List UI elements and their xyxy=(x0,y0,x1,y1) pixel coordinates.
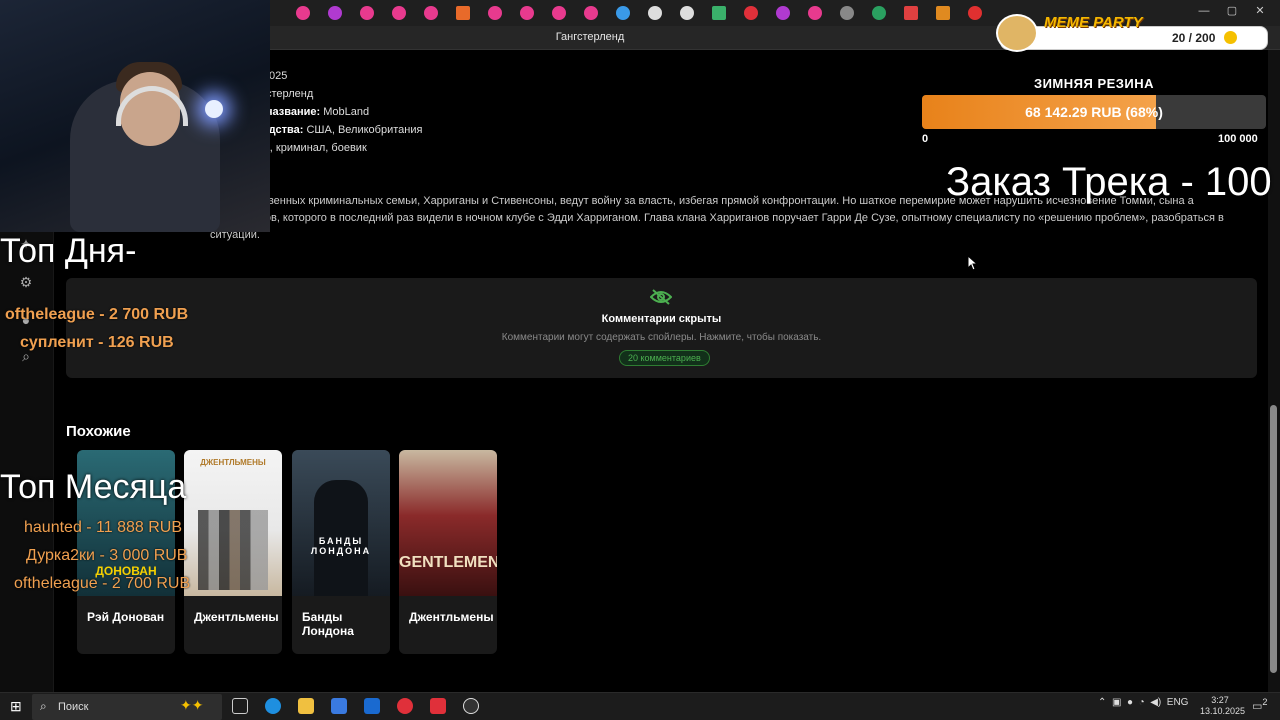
coin-icon xyxy=(1224,31,1237,44)
tab-favicon[interactable] xyxy=(936,6,950,20)
tab-favicon[interactable] xyxy=(392,6,406,20)
track-order-text: Заказ Трека - 100 xyxy=(946,160,1272,204)
eye-off-icon xyxy=(650,289,672,305)
goal-progress-bar: 68 142.29 RUB (68%) xyxy=(922,95,1266,129)
webcam-light xyxy=(205,100,223,118)
top-month-entry: Дурка2ки - 3 000 RUB xyxy=(26,547,188,564)
tab-favicon[interactable] xyxy=(328,6,342,20)
tab-favicon[interactable] xyxy=(296,6,310,20)
taskbar-search[interactable]: ⌕ Поиск ✦✦ xyxy=(32,694,222,720)
top-month-title: Топ Месяца xyxy=(0,468,187,506)
tab-favicon[interactable] xyxy=(840,6,854,20)
window-controls: — ▢ ✕ xyxy=(1190,4,1274,17)
clock-date: 13.10.2025 xyxy=(1200,706,1246,716)
minimize-button[interactable]: — xyxy=(1190,5,1218,17)
similar-card[interactable]: ДЖЕНТЛЬМЕНЫ Джентльмены xyxy=(184,450,282,654)
tab-favicon[interactable] xyxy=(744,6,758,20)
similar-card[interactable]: GENTLEMEN Джентльмены xyxy=(399,450,497,654)
chevron-up-icon[interactable]: ⌃ xyxy=(1098,697,1106,708)
maximize-button[interactable]: ▢ xyxy=(1218,4,1246,17)
similar-title: Похожие xyxy=(66,423,131,440)
top-month-entry: oftheleague - 2 700 RUB xyxy=(14,575,191,592)
microphone-icon[interactable]: ● xyxy=(1127,697,1133,708)
tab-favicon[interactable] xyxy=(776,6,790,20)
system-tray: ⌃ ▣ ● ◔ ◀) ENG xyxy=(1098,697,1188,708)
top-day-entry: супленит - 126 RUB xyxy=(20,334,174,351)
tab-favicon[interactable] xyxy=(872,6,886,20)
volume-icon[interactable]: ◀) xyxy=(1150,697,1161,708)
task-view-icon[interactable] xyxy=(232,698,248,714)
poster-image: GENTLEMEN xyxy=(399,450,497,596)
comments-subtitle: Комментарии могут содержать спойлеры. На… xyxy=(501,332,822,343)
network-icon[interactable]: ▣ xyxy=(1112,697,1121,708)
tab-favicon[interactable] xyxy=(680,6,694,20)
file-explorer-icon[interactable] xyxy=(298,698,314,714)
top-day-entry: oftheleague - 2 700 RUB xyxy=(5,306,189,323)
goal-progress-text: 68 142.29 RUB (68%) xyxy=(1025,104,1163,120)
taskbar-search-placeholder: Поиск xyxy=(58,701,89,713)
store-icon[interactable] xyxy=(331,698,347,714)
goal-title: ЗИМНЯЯ РЕЗИНА xyxy=(1033,76,1155,91)
tab-favicon[interactable] xyxy=(360,6,374,20)
language-indicator[interactable]: ENG xyxy=(1167,697,1189,708)
close-button[interactable]: ✕ xyxy=(1246,4,1274,17)
goal-min: 0 xyxy=(922,133,929,145)
scrollbar-thumb[interactable] xyxy=(1270,405,1277,673)
similar-card-title: Джентльмены xyxy=(409,610,494,624)
poster-figures xyxy=(198,510,268,590)
doge-icon xyxy=(996,14,1038,52)
similar-card-title: Джентльмены xyxy=(194,610,279,624)
wifi-icon[interactable]: ◔ xyxy=(1139,697,1145,708)
similar-card[interactable]: БАНДЫ ЛОНДОНА Банды Лондона xyxy=(292,450,390,654)
comments-count-badge[interactable]: 20 комментариев xyxy=(619,350,710,366)
comments-title: Комментарии скрыты xyxy=(601,313,722,325)
tab-favicon[interactable] xyxy=(424,6,438,20)
tab-favicon[interactable] xyxy=(808,6,822,20)
poster-image: ДЖЕНТЛЬМЕНЫ xyxy=(184,450,282,596)
tab-favicon[interactable] xyxy=(520,6,534,20)
tab-favicon[interactable] xyxy=(616,6,630,20)
taskbar-clock[interactable]: 3:27 13.10.2025 xyxy=(1200,695,1246,717)
yandex-browser-icon[interactable] xyxy=(397,698,413,714)
yandex-icon[interactable] xyxy=(430,698,446,714)
windows-start-icon[interactable]: ⊞ xyxy=(10,698,22,715)
tab-favicon[interactable] xyxy=(584,6,598,20)
goal-max: 100 000 xyxy=(1218,133,1258,145)
tab-favicon[interactable] xyxy=(552,6,566,20)
tab-favicon[interactable] xyxy=(488,6,502,20)
search-icon: ⌕ xyxy=(40,699,47,713)
tab-favicon[interactable] xyxy=(456,6,470,20)
top-day-title: Топ Дня- xyxy=(0,232,137,270)
obs-icon[interactable] xyxy=(463,698,479,714)
top-month-entry: haunted - 11 888 RUB xyxy=(24,519,183,536)
meme-party-label: MEME PARTY xyxy=(1044,14,1143,31)
similar-card-title: Банды Лондона xyxy=(302,610,354,638)
meme-party-count: 20 / 200 xyxy=(1172,31,1216,45)
mouse-cursor-icon xyxy=(967,255,979,271)
similar-card-title: Рэй Донован xyxy=(87,610,165,624)
poster-image: БАНДЫ ЛОНДОНА xyxy=(292,450,390,596)
clock-time: 3:27 xyxy=(1211,695,1229,705)
gear-icon[interactable]: ⚙ xyxy=(17,274,35,292)
tab-favicon[interactable] xyxy=(712,6,726,20)
tab-favicon[interactable] xyxy=(904,6,918,20)
tab-favicon[interactable] xyxy=(968,6,982,20)
meta-country: зводства: США, Великобритания xyxy=(250,124,423,136)
edge-icon[interactable] xyxy=(265,698,281,714)
tab-favicon[interactable] xyxy=(648,6,662,20)
outlook-icon[interactable] xyxy=(364,698,380,714)
sparkle-icon: ✦✦ xyxy=(180,697,204,713)
notifications-icon[interactable]: ▭2 xyxy=(1252,697,1268,713)
